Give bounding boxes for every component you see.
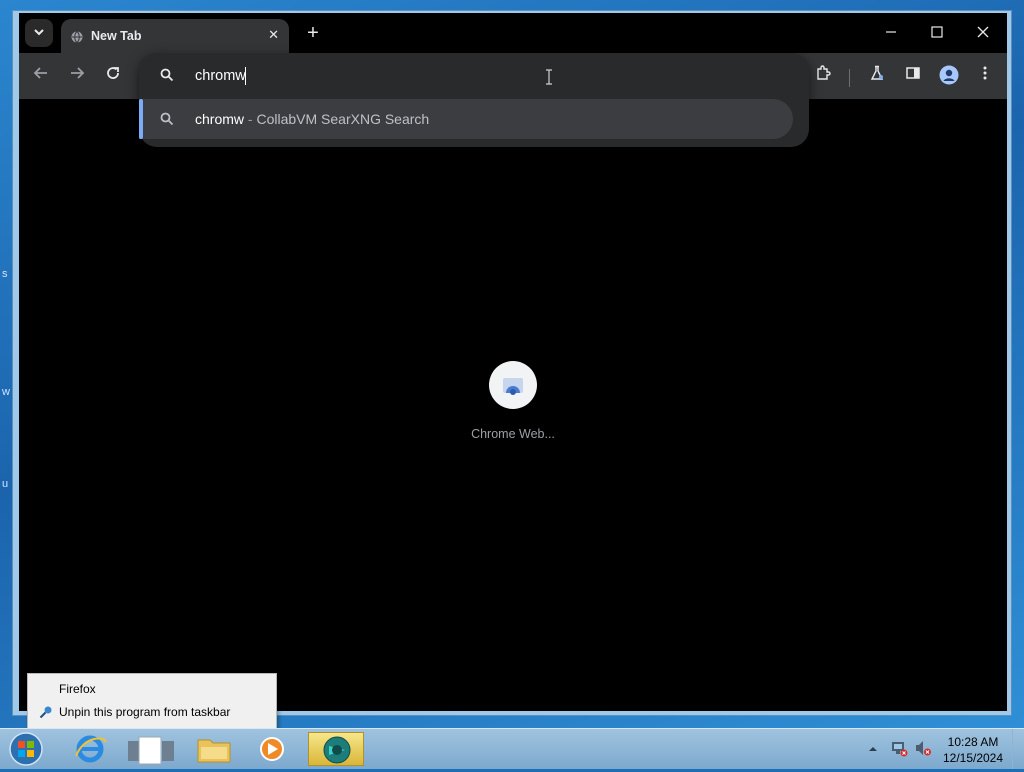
taskbar-internet-explorer[interactable]: [62, 732, 118, 766]
folder-icon: [197, 739, 231, 763]
close-window-button[interactable]: [963, 21, 1003, 45]
browser-window: New Tab ✕ + Chrome Web... chromw chromw …: [12, 10, 1012, 716]
chrome-frame: New Tab ✕ + Chrome Web... chromw chromw …: [19, 13, 1007, 711]
mouse-cursor: [545, 69, 553, 90]
avatar-icon: [939, 65, 959, 85]
puzzle-icon: [817, 65, 831, 80]
taskbar-jump-list: Firefox Unpin this program from taskbar: [27, 673, 277, 729]
new-tab-button[interactable]: +: [301, 21, 325, 45]
tab-new-tab[interactable]: New Tab ✕: [61, 19, 289, 53]
globe-icon: [71, 30, 83, 43]
extensions-button[interactable]: [811, 65, 835, 89]
more-vertical-icon: [983, 66, 987, 80]
start-button[interactable]: [6, 731, 46, 767]
clock-time: 10:28 AM: [947, 735, 999, 749]
jump-list-label: Firefox: [59, 682, 96, 696]
new-tab-page: Chrome Web...: [19, 99, 1007, 711]
back-button[interactable]: [29, 65, 53, 89]
windows-logo-icon: [9, 732, 43, 766]
suggestion-highlight-bar: [139, 99, 143, 139]
search-icon: [159, 111, 175, 127]
toolbar-divider: [849, 69, 850, 87]
omnibox-suggestion[interactable]: chromw - CollabVM SearXNG Search: [139, 99, 793, 139]
clock-date: 12/15/2024: [942, 751, 1004, 765]
system-clock[interactable]: 10:28 AM 12/15/2024: [938, 734, 1008, 766]
suggestion-text: chromw - CollabVM SearXNG Search: [195, 111, 429, 127]
chrome-web-store-icon: [503, 378, 523, 395]
reload-icon: [107, 67, 119, 79]
shortcut-label[interactable]: Chrome Web...: [449, 427, 577, 441]
maximize-button[interactable]: [917, 21, 957, 45]
volume-muted-icon[interactable]: [914, 739, 932, 762]
jump-list-label: Unpin this program from taskbar: [59, 705, 231, 719]
flask-icon: [870, 65, 884, 80]
forward-button[interactable]: [65, 65, 89, 89]
omnibox-dropdown: chromw - CollabVM SearXNG Search: [139, 53, 809, 147]
jump-list-item-unpin[interactable]: Unpin this program from taskbar: [28, 701, 276, 723]
desktop-edge-mark: u: [2, 478, 9, 490]
taskbar-file-explorer[interactable]: [186, 732, 242, 766]
arrow-right-icon: [71, 67, 85, 79]
app-globe-icon: [323, 736, 351, 764]
tray-expand-icon[interactable]: [868, 741, 878, 759]
taskbar-media-player[interactable]: [246, 732, 302, 766]
chevron-down-icon: [33, 26, 45, 41]
address-bar-input[interactable]: [195, 68, 755, 84]
tab-search-button[interactable]: [25, 19, 53, 47]
unpin-icon: [39, 705, 53, 719]
tab-strip: New Tab ✕ +: [19, 13, 1007, 53]
search-icon: [159, 67, 175, 83]
profile-button[interactable]: [937, 65, 961, 89]
arrow-left-icon: [33, 67, 47, 79]
internet-explorer-icon: [75, 735, 107, 763]
show-desktop-button[interactable]: [1012, 729, 1024, 769]
jump-list-item-firefox[interactable]: Firefox: [28, 678, 276, 700]
labs-button[interactable]: [865, 65, 889, 89]
side-panel-button[interactable]: [901, 65, 925, 89]
reload-button[interactable]: [101, 65, 125, 89]
tab-title: New Tab: [91, 29, 142, 43]
desktop-edge-mark: s: [2, 268, 8, 280]
media-player-icon: [260, 737, 284, 761]
text-caret: [245, 67, 246, 85]
suggestion-query: chromw: [195, 111, 245, 127]
document-icon: [128, 736, 174, 765]
shortcut-tile[interactable]: [489, 361, 537, 409]
network-icon[interactable]: [890, 739, 908, 762]
minimize-button[interactable]: [871, 21, 911, 45]
taskbar-documents[interactable]: [122, 732, 178, 766]
desktop-edge-mark: w: [2, 386, 10, 398]
taskbar-chrome-app[interactable]: [308, 732, 364, 766]
menu-button[interactable]: [973, 65, 997, 89]
side-panel-icon: [906, 67, 920, 79]
suggestion-separator: -: [244, 111, 257, 127]
suggestion-engine: CollabVM SearXNG Search: [256, 111, 430, 127]
close-tab-icon[interactable]: ✕: [268, 27, 279, 43]
taskbar: 10:28 AM 12/15/2024: [0, 728, 1024, 769]
